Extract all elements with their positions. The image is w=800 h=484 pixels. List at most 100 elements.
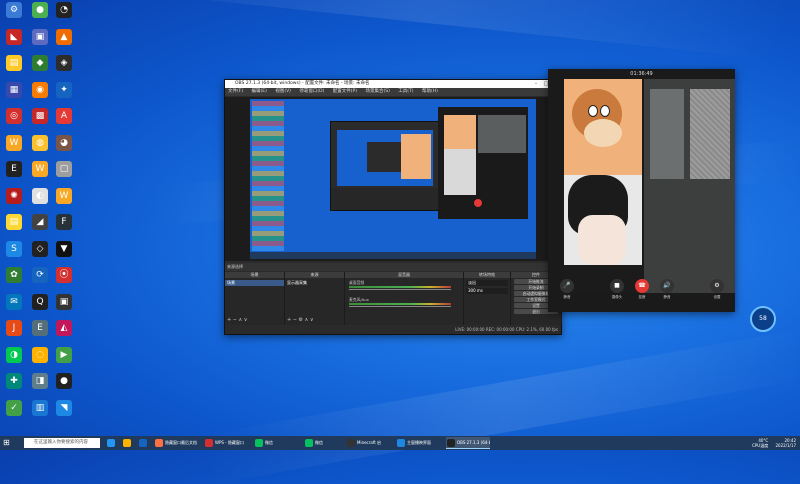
desktop-icon[interactable]: ▤ [2,214,26,230]
taskbar-app-button[interactable] [106,437,120,449]
performance-widget[interactable]: 58 [750,306,776,332]
taskbar-app-button[interactable]: OBS 27.1.3 (64-bi... [446,437,490,449]
desktop-icon[interactable]: ▦ [2,81,26,98]
sources-dock-tools[interactable]: + − ⚙ ∧ ∨ [287,317,314,323]
desktop-icon[interactable]: ▲ [52,28,76,45]
taskbar-app-button[interactable]: 隐藏窗口最后文档 [154,437,202,449]
source-item[interactable]: 显示器采集 [285,280,344,286]
desktop-icon[interactable]: ◕ [52,134,76,151]
app-icon: S [6,240,22,257]
desktop-icon[interactable]: ⚙ [2,2,26,18]
menu-docks[interactable]: 停靠窗口(D) [299,89,324,94]
desktop-icon[interactable]: ◥ [52,399,76,416]
windows-start-icon[interactable]: ⊞ [3,438,13,448]
desktop-icon[interactable]: ◭ [52,320,76,336]
taskbar-app-button[interactable]: WPS - 隐藏窗口 [204,437,252,449]
taskbar-app-button[interactable]: 微信 [254,437,302,449]
desktop-icon[interactable]: W [52,187,76,204]
speaker-icon[interactable]: 🔊 [660,279,674,293]
minimize-icon[interactable]: – [531,80,541,88]
desktop-icon[interactable]: ✚ [2,373,26,389]
app-icon: ◢ [32,214,48,230]
desktop-icon[interactable]: E [28,320,52,336]
taskbar-app-button[interactable]: 主窗播映界面 [396,437,444,449]
duration-input[interactable]: 300 ms [466,288,508,294]
preview-nested-docks [331,188,438,210]
menu-edit[interactable]: 编辑(E) [252,89,267,94]
menu-help[interactable]: 帮助(H) [422,89,438,94]
taskbar-app-button[interactable]: 微信 [304,437,344,449]
obs-titlebar[interactable]: OBS 27.1.3 (64-bit, windows) - 配置文件: 未命名… [225,80,561,88]
app-icon: W [32,161,48,177]
volume-slider[interactable] [349,306,451,307]
desktop-icon[interactable]: ✺ [2,187,26,204]
app-icon: ◍ [32,134,48,151]
desktop-icon[interactable]: ⟳ [28,267,52,283]
desktop-icon[interactable]: ▼ [52,240,76,257]
volume-slider[interactable] [349,289,451,290]
menu-tools[interactable]: 工具(T) [398,89,413,94]
desktop-icon[interactable]: ◣ [2,28,26,45]
desktop-icon[interactable]: ▢ [52,161,76,177]
desktop-icon[interactable]: ◍ [28,134,52,151]
video-call-window[interactable]: 01:36:49 🎤 ■ ☎ 🔊 ⚙ 静音 摄像头 挂断 静音 设置 [548,69,735,312]
desktop-icon[interactable]: ◨ [28,373,52,389]
desktop-icon[interactable]: ▥ [28,399,52,416]
menu-file[interactable]: 文件(F) [228,89,243,94]
desktop-icon[interactable]: W [28,161,52,177]
settings-icon[interactable]: ⚙ [710,279,724,293]
transition-select[interactable]: 淡出 [466,280,508,286]
desktop-icon[interactable]: S [2,240,26,257]
scenes-dock-tools[interactable]: + − ∧ ∨ [227,317,247,323]
menu-scene-collection[interactable]: 场景集合(S) [365,89,389,94]
app-icon: ▲ [56,28,72,45]
taskbar-app-icon [447,439,455,447]
desktop-icon[interactable]: ✿ [2,267,26,283]
desktop-icon[interactable]: Q [28,293,52,310]
desktop-icon[interactable]: ✦ [52,81,76,98]
app-icon: ◉ [32,81,48,98]
desktop-icon[interactable]: ◆ [28,55,52,71]
menu-profile[interactable]: 配置文件(P) [333,89,357,94]
desktop-icon[interactable]: ◔ [52,2,76,18]
desktop-icon[interactable]: ▣ [52,293,76,310]
desktop-icon[interactable]: ◎ [2,108,26,124]
desktop-icon[interactable]: ◈ [52,55,76,71]
desktop-icon[interactable]: ▣ [28,28,52,45]
desktop-icon[interactable]: A [52,108,76,124]
desktop-icon[interactable]: ◉ [28,81,52,98]
audio-meter [349,286,451,288]
menu-view[interactable]: 视图(V) [275,89,291,94]
taskbar-app-button[interactable] [122,437,136,449]
obs-preview[interactable] [225,97,561,261]
desktop-icon[interactable]: ◌ [28,346,52,363]
desktop-icon[interactable]: ⦿ [52,267,76,283]
desktop-icon[interactable]: ▤ [2,55,26,71]
taskbar-app-icon [107,439,115,447]
desktop-icon[interactable]: ✉ [2,293,26,310]
taskbar-app-button[interactable]: Minecraft 启 [346,437,394,449]
desktop-icon[interactable]: W [2,134,26,151]
obs-window[interactable]: OBS 27.1.3 (64-bit, windows) - 配置文件: 未命名… [224,79,563,335]
camera-icon[interactable]: ■ [610,279,624,293]
desktop-icon[interactable]: ◇ [28,240,52,257]
scene-item[interactable]: 场景 [225,280,284,286]
desktop-icon[interactable]: ◢ [28,214,52,230]
desktop-icon[interactable]: E [2,161,26,177]
desktop-icon[interactable]: ✓ [2,399,26,416]
desktop-icon[interactable]: ◐ [28,187,52,204]
cartoon-face [584,119,622,147]
desktop-icon[interactable]: ● [52,373,76,389]
desktop-icon[interactable]: ◑ [2,346,26,363]
desktop-icon[interactable]: J [2,320,26,336]
desktop-icon[interactable]: F [52,214,76,230]
call-btn-label: 设置 [713,295,721,299]
desktop-icon[interactable]: ▩ [28,108,52,124]
taskbar-app-button[interactable] [138,437,152,449]
desktop-icon[interactable]: ● [28,2,52,18]
desktop-icon[interactable]: ▶ [52,346,76,363]
hangup-icon[interactable]: ☎ [635,279,649,293]
clock-date[interactable]: 2022/1/17 [775,443,796,448]
mute-icon[interactable]: 🎤 [560,279,574,293]
taskbar-search-input[interactable]: 在这里输入你要搜索的内容 [24,438,100,448]
